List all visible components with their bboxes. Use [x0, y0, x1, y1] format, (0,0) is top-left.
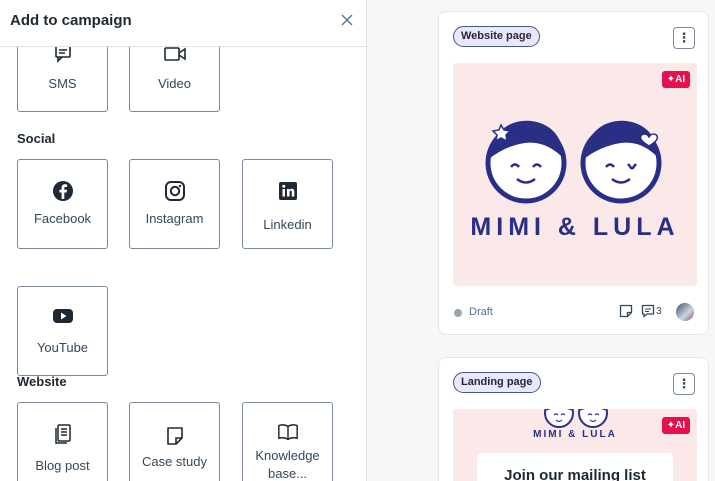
note-icon[interactable]: [619, 304, 633, 323]
more-options-icon[interactable]: ⋮: [673, 373, 695, 395]
tile-label: YouTube: [36, 340, 89, 355]
tile-label: Linkedin: [263, 217, 312, 232]
brand-name: MIMI & LULA: [470, 213, 680, 241]
thumbnail[interactable]: MIMI & LULA ✦AI Join our mailing list: [453, 409, 697, 481]
signup-box: Join our mailing list: [477, 453, 673, 481]
linkedin-icon: [277, 180, 299, 202]
status-text: Draft: [469, 306, 493, 318]
comment-count: 3: [656, 306, 662, 317]
brand-name: MIMI & LULA: [533, 429, 617, 440]
tile-blog-post[interactable]: Blog post: [17, 402, 108, 481]
tile-label: Facebook: [33, 211, 92, 226]
facebook-icon: [52, 180, 74, 202]
panel-title: Add to campaign: [10, 12, 132, 29]
more-options-icon[interactable]: ⋮: [673, 27, 695, 49]
tile-knowledge-base[interactable]: Knowledge base...: [242, 402, 333, 481]
tile-label: Instagram: [145, 211, 204, 226]
headline: Join our mailing list: [504, 467, 646, 481]
status-dot: [454, 309, 462, 317]
book-icon: [277, 421, 299, 443]
tile-label: Video: [157, 76, 191, 91]
section-website: Website: [17, 374, 67, 389]
section-social: Social: [17, 131, 56, 146]
comment-icon[interactable]: [641, 304, 655, 323]
instagram-icon: [164, 180, 186, 202]
tile-facebook[interactable]: Facebook: [17, 159, 108, 249]
type-badge: Landing page: [453, 372, 541, 393]
thumbnail[interactable]: ✦AI MIMI & LULA: [453, 63, 697, 286]
brand-logo: [485, 120, 662, 204]
close-icon[interactable]: [339, 12, 355, 28]
tile-instagram[interactable]: Instagram: [129, 159, 220, 249]
tile-label: Blog post: [35, 458, 90, 473]
add-to-campaign-panel: Add to campaign SMS Video Social Faceboo…: [0, 0, 367, 481]
tile-case-study[interactable]: Case study: [129, 402, 220, 481]
content-card[interactable]: Website page ⋮ ✦AI MIMI & LULA Draft 3: [438, 11, 709, 335]
case-study-icon: [164, 425, 186, 447]
tile-label: Knowledge base...: [255, 448, 320, 481]
panel-header: Add to campaign: [0, 0, 366, 47]
blog-post-icon: [52, 423, 74, 445]
content-card[interactable]: Landing page ⋮ MIMI & LULA ✦AI Join our …: [438, 357, 709, 481]
tile-label: Case study: [141, 454, 208, 469]
youtube-icon: [52, 305, 74, 327]
tile-label: SMS: [48, 76, 77, 91]
avatar[interactable]: [675, 302, 695, 322]
type-badge: Website page: [453, 26, 540, 47]
ai-badge: ✦AI: [662, 417, 690, 434]
tile-linkedin[interactable]: Linkedin: [242, 159, 333, 249]
tile-youtube[interactable]: YouTube: [17, 286, 108, 376]
